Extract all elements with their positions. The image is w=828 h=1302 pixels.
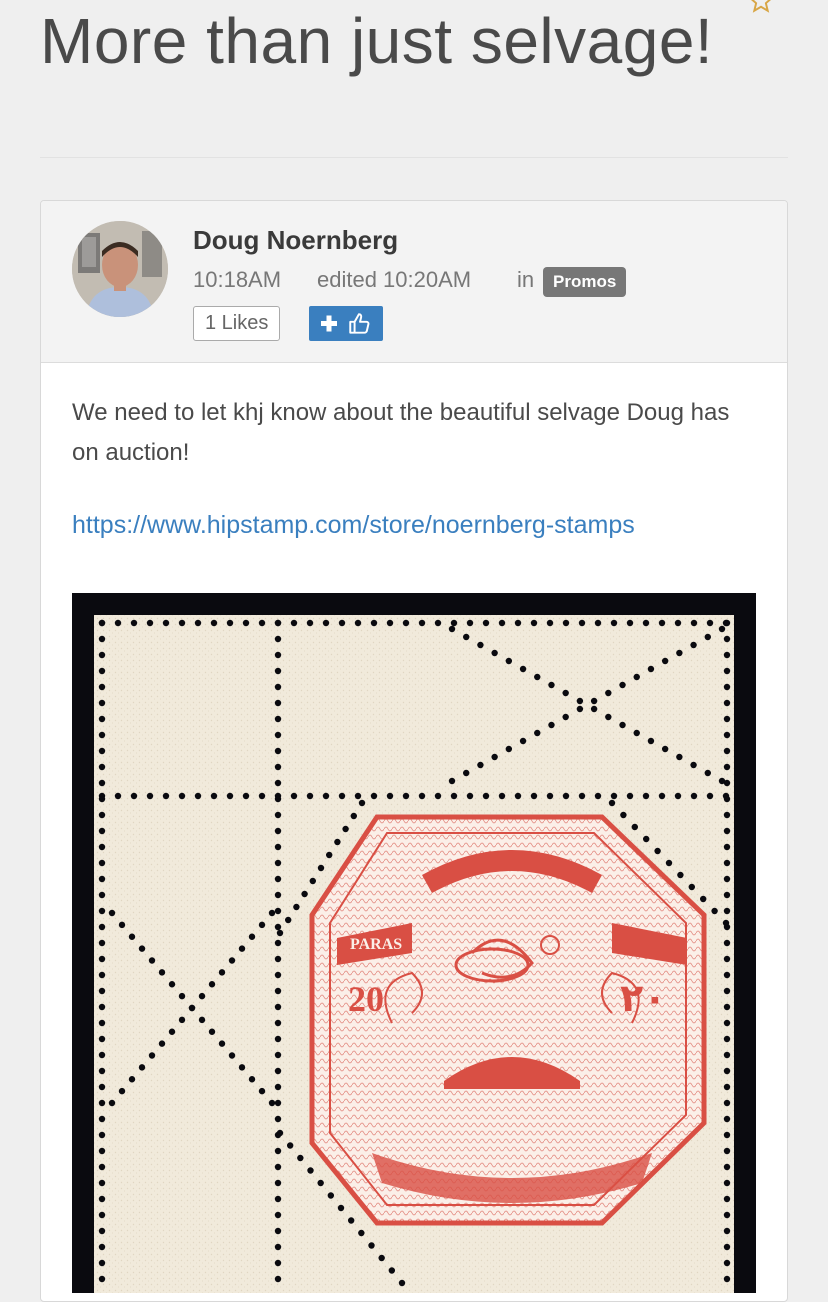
author-name[interactable]: Doug Noernberg bbox=[193, 225, 398, 256]
edited-time: edited 10:20AM bbox=[317, 267, 472, 292]
like-button[interactable] bbox=[309, 306, 383, 341]
post-header: Doug Noernberg 10:18AM edited 10:20AM in… bbox=[41, 201, 787, 363]
stamp-image[interactable]: PARAS 20 ٢٠ bbox=[72, 593, 756, 1295]
stamp-denomination: PARAS bbox=[350, 936, 402, 953]
in-label: in bbox=[517, 267, 535, 292]
stamp-value-right: ٢٠ bbox=[620, 976, 666, 1020]
likes-count[interactable]: 1 Likes bbox=[193, 306, 281, 341]
post-card: Doug Noernberg 10:18AM edited 10:20AM in… bbox=[40, 200, 788, 1302]
page-title: More than just selvage! bbox=[40, 5, 714, 77]
thumbs-up-icon bbox=[349, 313, 370, 334]
post-text: We need to let khj know about the beauti… bbox=[72, 399, 730, 466]
store-link[interactable]: https://www.hipstamp.com/store/noernberg… bbox=[72, 511, 635, 540]
avatar[interactable] bbox=[72, 221, 168, 317]
stamp-value-left: 20 bbox=[348, 979, 384, 1019]
post-body: We need to let khj know about the beauti… bbox=[72, 393, 762, 539]
category-badge[interactable]: Promos bbox=[543, 267, 627, 297]
title-divider bbox=[40, 157, 788, 158]
post-time: 10:18AM bbox=[193, 267, 282, 292]
star-icon[interactable] bbox=[748, 0, 774, 14]
